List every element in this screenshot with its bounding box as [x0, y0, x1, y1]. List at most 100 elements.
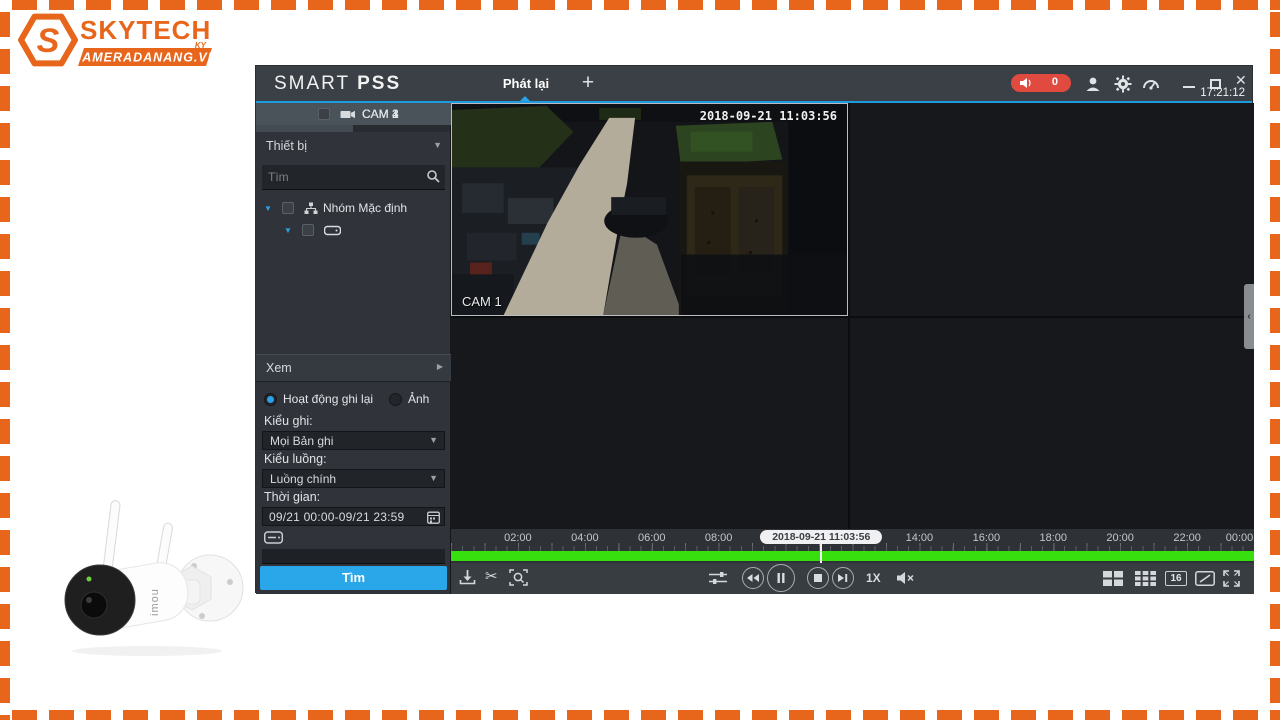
app-logo: SMART PSS: [274, 66, 401, 101]
camera-checkbox[interactable]: [318, 108, 330, 120]
filter-sliders-icon[interactable]: [709, 571, 727, 585]
picture-radio-label: Ảnh: [408, 392, 430, 406]
camera-icon: [340, 110, 355, 118]
video-cell-2[interactable]: [850, 103, 1254, 316]
page: S SKYTECH KY CAMERADANANG.VN imou SMART …: [0, 0, 1280, 720]
video-cell-1[interactable]: 2018-09-21 11:03:56 CAM 1: [451, 103, 848, 316]
view-section-header[interactable]: Xem ▶: [256, 354, 451, 382]
grid-16-button[interactable]: 16: [1165, 571, 1187, 586]
chevron-down-icon: ▼: [429, 473, 438, 483]
time-range-value: 09/21 00:00-09/21 23:59: [269, 510, 405, 524]
new-tab-button[interactable]: +: [576, 66, 600, 99]
alarm-count: 0: [1051, 76, 1058, 88]
timeline-bubble: 2018-09-21 11:03:56: [760, 530, 883, 544]
record-type-value: Mọi Bản ghi: [270, 434, 334, 448]
camera-illustration: imou: [64, 500, 244, 656]
clock: 17:21:12: [1200, 87, 1245, 99]
stream-type-value: Luồng chính: [270, 472, 337, 486]
record-type-select[interactable]: Mọi Bản ghi ▼: [262, 431, 445, 450]
search-icon[interactable]: [426, 169, 440, 183]
pause-button[interactable]: [767, 564, 795, 592]
tree-group-row[interactable]: ▼ Nhóm Mặc định: [256, 197, 451, 219]
stream-type-select[interactable]: Luồng chính ▼: [262, 469, 445, 488]
skytech-logo-graphic: S SKYTECH KY CAMERADANANG.VN: [18, 13, 218, 67]
device-icon: [324, 225, 341, 235]
device-checkbox[interactable]: [302, 224, 314, 236]
search-input[interactable]: [268, 167, 408, 187]
picture-radio[interactable]: [389, 393, 402, 406]
alarm-speaker-icon: [1020, 78, 1031, 88]
group-tree-icon: [304, 202, 318, 214]
custom-split-icon[interactable]: [1195, 571, 1215, 586]
group-checkbox[interactable]: [282, 202, 294, 214]
search-box: [262, 165, 445, 190]
app-name-smart: SMART: [274, 73, 350, 94]
playback-speed[interactable]: 1X: [866, 571, 881, 585]
collapse-panel-handle[interactable]: ‹: [1244, 284, 1254, 349]
record-radio-label: Hoạt động ghi lại: [283, 392, 374, 406]
tree-device-row[interactable]: ▼: [256, 219, 451, 241]
clip-scissors-icon[interactable]: ✂: [485, 567, 498, 585]
next-frame-button[interactable]: [832, 567, 854, 589]
source-select-value: Thiết bị: [266, 139, 307, 153]
download-icon[interactable]: [459, 569, 476, 586]
camera-label: CAM 4: [362, 107, 399, 121]
netmonitor-gauge-icon[interactable]: [1142, 75, 1160, 93]
time-range-input[interactable]: 09/21 00:00-09/21 23:59: [262, 507, 445, 526]
fullscreen-icon[interactable]: [1223, 570, 1240, 587]
video-osd-timestamp: 2018-09-21 11:03:56: [699, 109, 837, 123]
app-name-pss: PSS: [357, 73, 402, 94]
product-camera-image: imou: [42, 488, 252, 660]
tree-camera-row[interactable]: CAM 4: [256, 103, 451, 125]
group-label: Nhóm Mặc định: [323, 201, 408, 215]
storage-device-icon[interactable]: [264, 531, 283, 544]
logo-text: SKYTECH: [80, 15, 211, 45]
chevron-down-icon: ▼: [429, 435, 438, 445]
stop-button[interactable]: [807, 567, 829, 589]
timeline[interactable]: 02:00 04:00 06:00 08:00 14:00 16:00 18:00 20:00…: [451, 529, 1254, 563]
video-cell-4[interactable]: [850, 318, 1254, 529]
timeline-playhead[interactable]: [820, 541, 823, 563]
mute-speaker-icon[interactable]: [897, 571, 915, 585]
expand-caret-icon[interactable]: ▼: [264, 204, 272, 213]
recorded-footage-bar[interactable]: [451, 551, 1254, 561]
grid-4-icon[interactable]: [1103, 571, 1123, 586]
skytech-logo: S SKYTECH KY CAMERADANANG.VN: [18, 8, 218, 76]
playback-main: 2018-09-21 11:03:56 CAM 1 ‹ 02:00 04:00 06…: [451, 103, 1254, 594]
calendar-icon[interactable]: [427, 511, 440, 524]
smartpss-window: SMART PSS Phát lại + 0 ✕ 17:21:12 Thiết …: [255, 65, 1254, 594]
stream-type-label: Kiểu luồng:: [264, 452, 327, 466]
dashed-border-bottom: [0, 710, 1280, 720]
video-cell-3[interactable]: [451, 318, 848, 529]
alarm-counter[interactable]: 0: [1011, 74, 1071, 92]
time-range-label: Thời gian:: [264, 490, 321, 504]
chevron-right-icon: ▶: [436, 362, 443, 371]
source-select[interactable]: Thiết bị ▼: [256, 132, 450, 160]
playback-toolbar: ✂ 1X 16: [451, 563, 1254, 594]
user-icon[interactable]: [1084, 75, 1102, 93]
sidebar: Thiết bị Cục bộ Thiết bị ▼: [256, 103, 451, 594]
grid-9-icon[interactable]: [1135, 571, 1156, 586]
search-mode-radios: Hoạt động ghi lại Ảnh: [256, 391, 451, 411]
gear-icon[interactable]: [1114, 75, 1132, 93]
record-radio[interactable]: [264, 393, 277, 406]
expand-caret-icon[interactable]: ▼: [284, 226, 292, 235]
logo-banner: CAMERADANANG.VN: [72, 51, 218, 65]
rewind-button[interactable]: [742, 567, 764, 589]
zoom-region-icon[interactable]: [509, 569, 528, 586]
dashed-border-top: [0, 0, 1280, 10]
dashed-border-right: [1270, 0, 1280, 720]
view-section-label: Xem: [266, 361, 292, 375]
dashed-border-left: [0, 0, 10, 720]
record-type-label: Kiểu ghi:: [264, 414, 313, 428]
video-grid: 2018-09-21 11:03:56 CAM 1 ‹: [451, 103, 1254, 529]
keyword-input[interactable]: [262, 549, 445, 564]
chevron-down-icon: ▼: [433, 140, 442, 150]
logo-s: S: [37, 22, 60, 60]
video-frame: [452, 104, 847, 315]
minimize-icon[interactable]: [1183, 86, 1195, 88]
search-button[interactable]: Tìm: [260, 566, 447, 590]
title-bar: SMART PSS Phát lại + 0 ✕ 17:21:12: [256, 66, 1252, 101]
video-channel-label: CAM 1: [462, 294, 502, 309]
camera-brand-label: imou: [149, 588, 161, 616]
